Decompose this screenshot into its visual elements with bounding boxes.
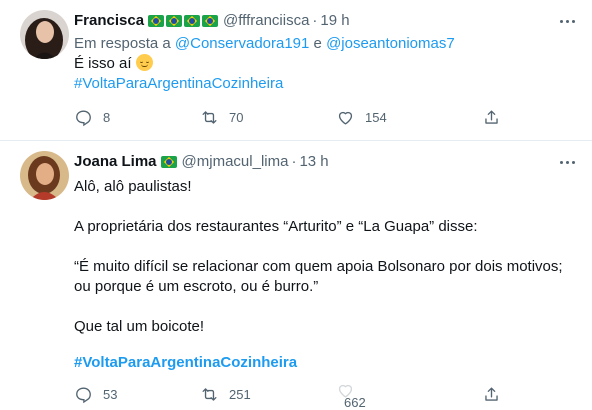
separator-dot: · (291, 153, 297, 170)
separator-dot: · (312, 12, 318, 29)
tweet-text-line: ou porque é um escroto, ou é burro.” (74, 278, 319, 295)
more-options-icon[interactable] (556, 12, 578, 30)
tweet-header: Joana Lima @mjmacul_lima · 13 h (74, 153, 329, 170)
tweet-joana-lima[interactable]: Joana Lima @mjmacul_lima · 13 h Alô, alô… (0, 141, 592, 410)
mention-link[interactable]: @joseantoniomas7 (326, 35, 455, 52)
timestamp[interactable]: 13 h (299, 153, 328, 170)
username[interactable]: @fffranciisca (223, 12, 309, 29)
more-options-icon[interactable] (556, 153, 578, 171)
like-button[interactable]: 154 (336, 108, 387, 127)
tweet-text: É isso aí (74, 54, 153, 74)
reply-button[interactable]: 8 (74, 108, 110, 127)
retweet-icon (202, 111, 217, 124)
share-button[interactable] (482, 108, 501, 127)
heart-icon (338, 111, 353, 125)
share-icon (485, 110, 498, 124)
display-name[interactable]: Joana Lima (74, 153, 157, 170)
brazil-flag-icon (148, 14, 165, 27)
retweet-button[interactable]: 251 (200, 385, 251, 404)
tweet-text-line: “É muito difícil se relacionar com quem … (74, 258, 563, 275)
avatar[interactable] (20, 10, 69, 59)
tweet-text-line: A proprietária dos restaurantes “Arturit… (74, 218, 478, 235)
reply-icon (76, 110, 91, 127)
brazil-flag-icon (166, 14, 183, 27)
timestamp[interactable]: 19 h (320, 12, 349, 29)
share-icon (485, 387, 498, 401)
tweet-francisca[interactable]: Francisca @fffranciisca · 19 h Em respos… (0, 0, 592, 141)
flag-emojis (148, 14, 219, 27)
brazil-flag-icon (184, 14, 201, 27)
display-name[interactable]: Francisca (74, 12, 144, 29)
tweet-actions: 53 251 662 (74, 384, 514, 410)
reply-button[interactable]: 53 (74, 385, 117, 404)
flag-emojis (160, 155, 177, 168)
hashtag-line: #VoltaParaArgentinaCozinheira (74, 74, 283, 94)
retweet-button[interactable]: 70 (200, 108, 243, 127)
retweet-icon (202, 388, 217, 401)
relieved-face-icon (135, 54, 153, 71)
hashtag-link[interactable]: #VoltaParaArgentinaCozinheira (74, 75, 283, 92)
reply-icon (76, 387, 91, 404)
tweet-text-line: Que tal um boicote! (74, 318, 205, 335)
like-button[interactable]: 662 (336, 381, 366, 410)
brazil-flag-icon (160, 155, 177, 168)
avatar[interactable] (20, 151, 69, 200)
tweet-text-line: Alô, alô paulistas! (74, 178, 192, 195)
tweet-actions: 8 70 154 (74, 108, 514, 130)
username[interactable]: @mjmacul_lima (182, 153, 289, 170)
mention-link[interactable]: @Conservadora191 (175, 35, 309, 52)
hashtag-link[interactable]: #VoltaParaArgentinaCozinheira (74, 354, 297, 371)
hashtag-line: #VoltaParaArgentinaCozinheira (74, 353, 297, 373)
reply-context: Em resposta a @Conservadora191 e @josean… (74, 35, 455, 52)
share-button[interactable] (482, 385, 501, 404)
tweet-header: Francisca @fffranciisca · 19 h (74, 12, 350, 29)
brazil-flag-icon (202, 14, 219, 27)
